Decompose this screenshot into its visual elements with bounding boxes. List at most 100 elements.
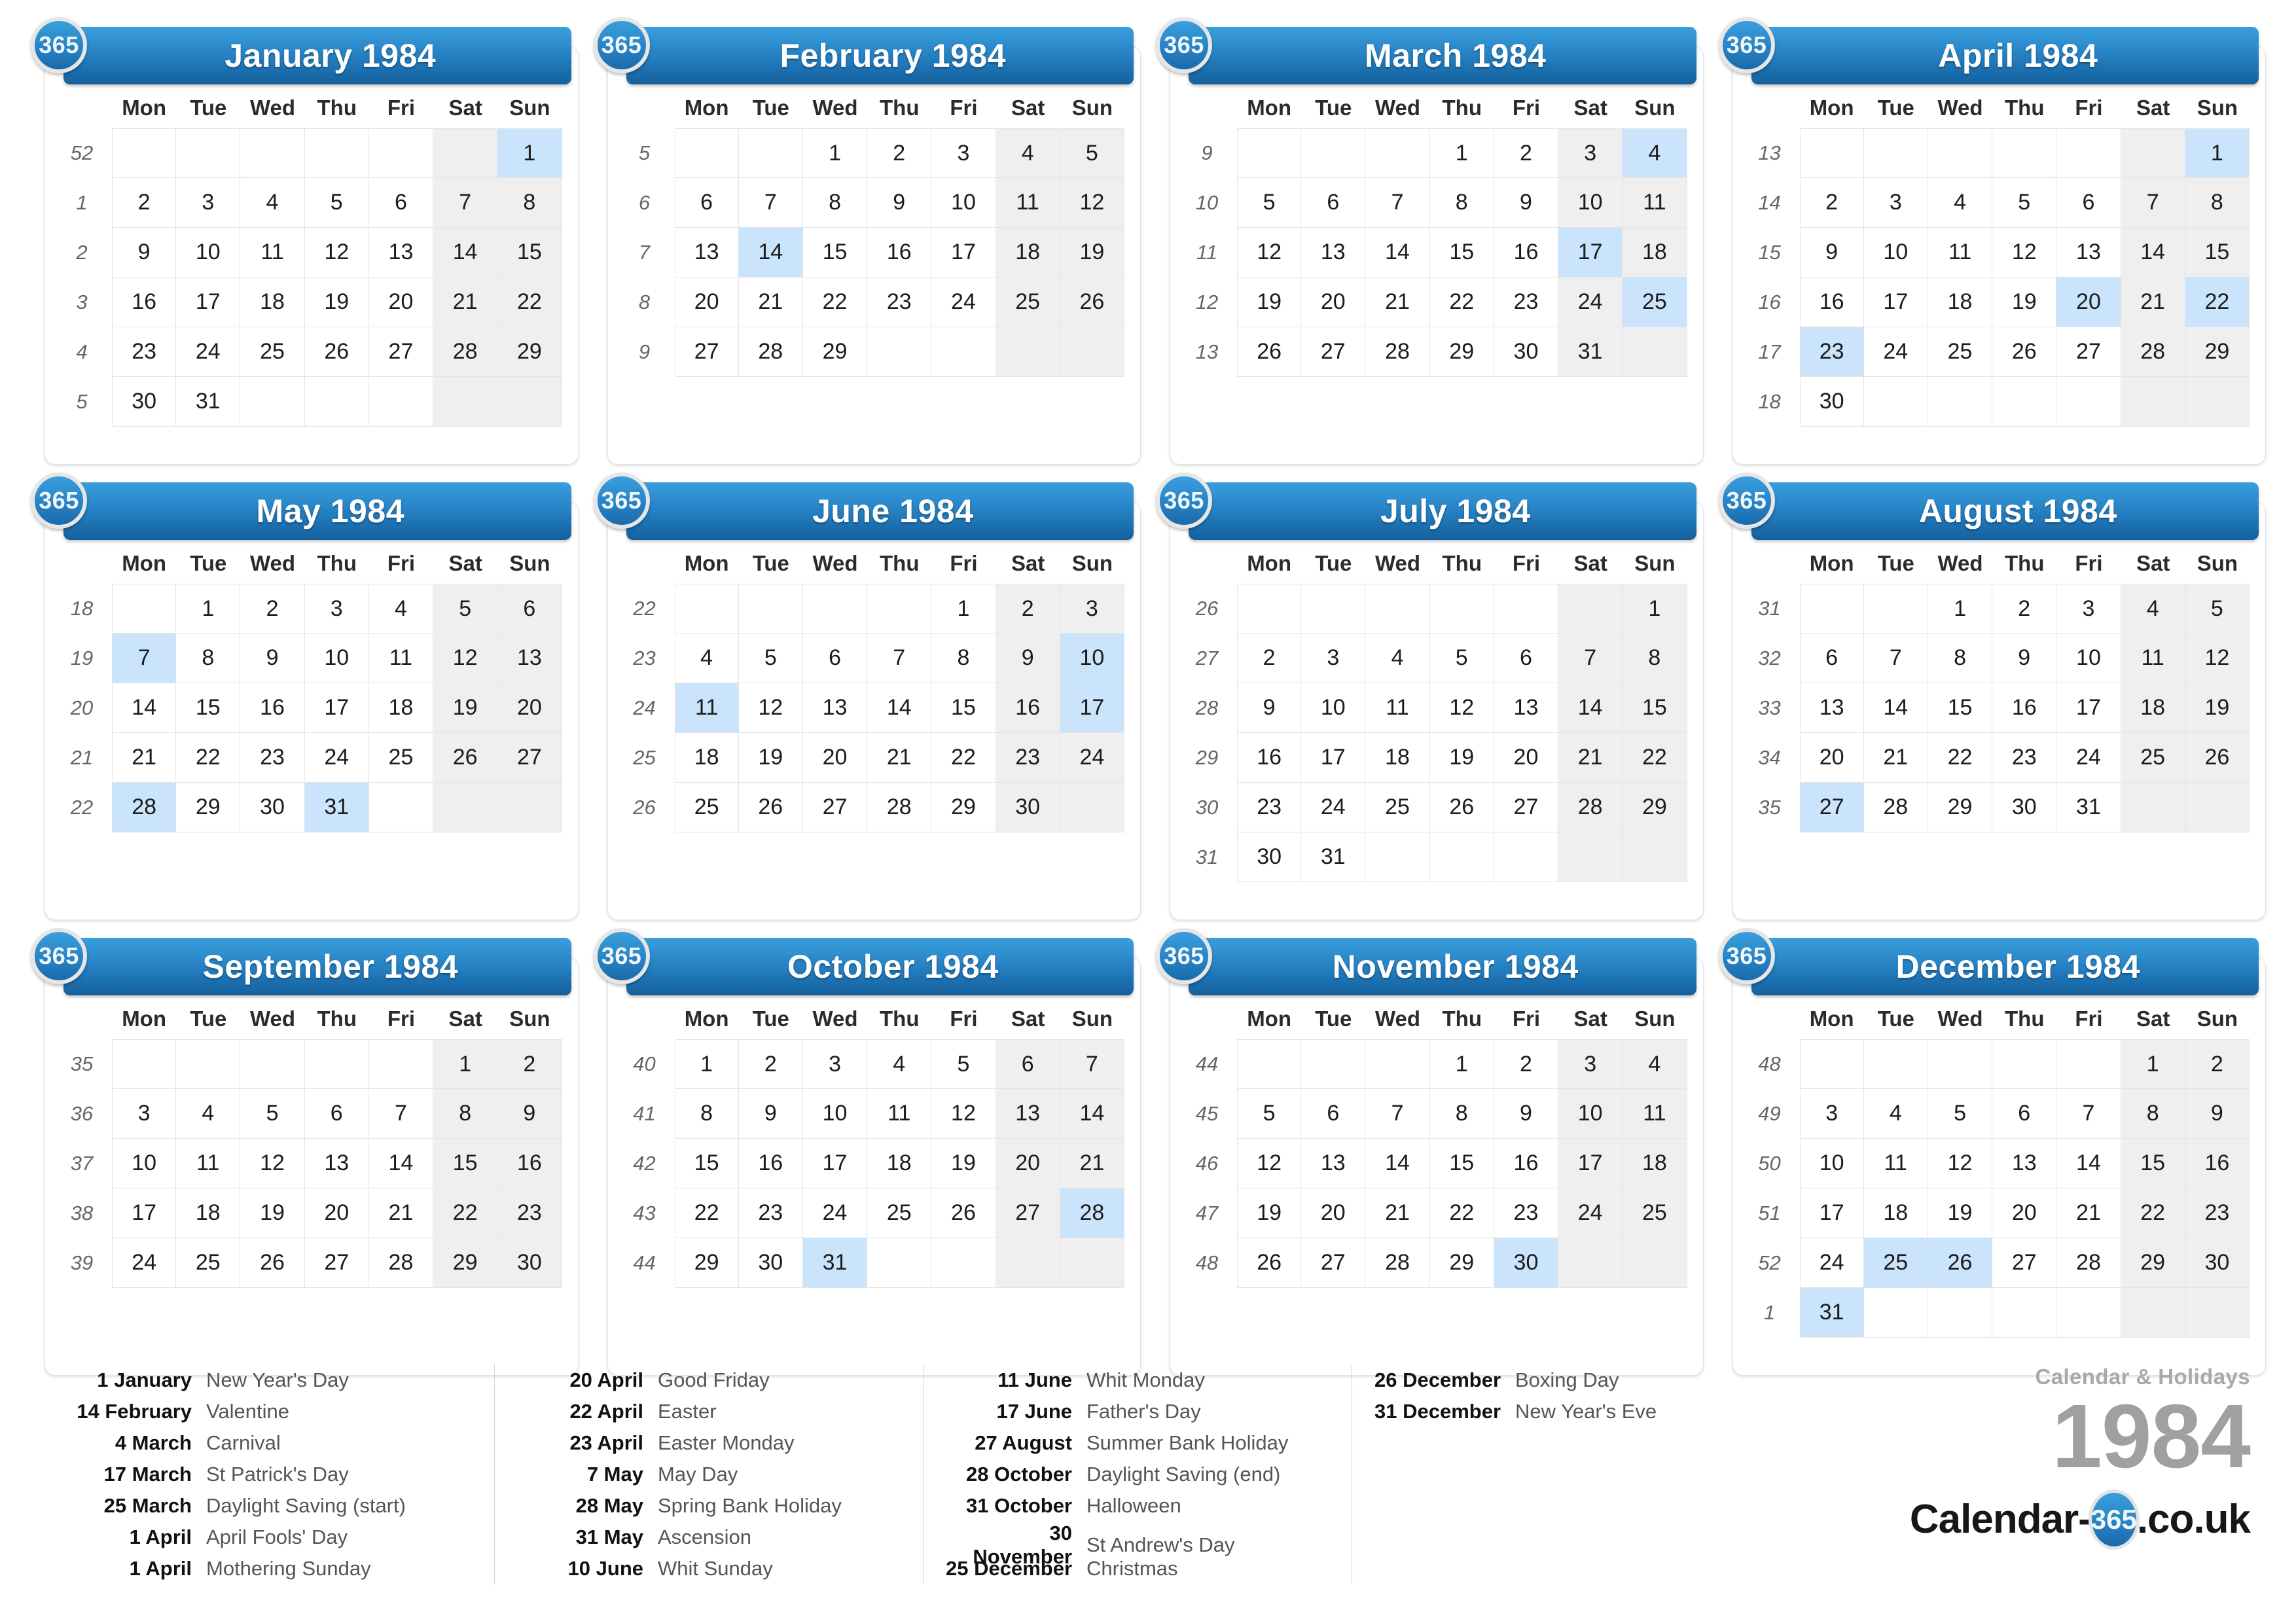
day-cell[interactable]: 28 (738, 327, 803, 377)
day-cell[interactable]: 26 (738, 783, 803, 832)
day-cell[interactable]: 12 (1237, 1139, 1302, 1188)
day-cell[interactable]: 26 (1237, 327, 1302, 377)
day-cell[interactable]: 24 (2056, 733, 2121, 783)
day-cell[interactable]: 31 (1799, 1288, 1864, 1338)
day-cell[interactable]: 6 (1301, 1089, 1366, 1139)
day-cell[interactable]: 19 (304, 277, 369, 327)
day-cell[interactable]: 8 (2121, 1089, 2185, 1139)
day-cell[interactable]: 19 (1060, 228, 1124, 277)
day-cell[interactable]: 16 (1799, 277, 1864, 327)
day-cell[interactable]: 14 (1365, 228, 1430, 277)
day-cell[interactable]: 6 (2056, 178, 2121, 228)
day-cell[interactable]: 29 (433, 1238, 498, 1288)
day-cell[interactable]: 7 (2121, 178, 2185, 228)
day-cell[interactable]: 21 (1365, 1188, 1430, 1238)
day-cell[interactable]: 6 (1494, 633, 1559, 683)
day-cell[interactable]: 20 (2056, 277, 2121, 327)
day-cell[interactable]: 27 (1301, 1238, 1366, 1288)
day-cell[interactable]: 16 (1237, 733, 1302, 783)
day-cell[interactable]: 15 (1928, 683, 1993, 733)
day-cell[interactable]: 27 (1494, 783, 1559, 832)
day-cell[interactable]: 5 (1237, 178, 1302, 228)
day-cell[interactable]: 12 (1429, 683, 1494, 733)
day-cell[interactable]: 21 (112, 733, 177, 783)
day-cell[interactable]: 3 (802, 1039, 868, 1089)
day-cell[interactable]: 12 (1992, 228, 2057, 277)
day-cell[interactable]: 8 (1429, 1089, 1494, 1139)
day-cell[interactable]: 10 (1558, 1089, 1623, 1139)
day-cell[interactable]: 20 (368, 277, 434, 327)
day-cell[interactable]: 15 (2185, 228, 2250, 277)
day-cell[interactable]: 5 (240, 1089, 305, 1139)
day-cell[interactable]: 9 (1237, 683, 1302, 733)
day-cell[interactable]: 19 (1237, 1188, 1302, 1238)
day-cell[interactable]: 26 (1429, 783, 1494, 832)
day-cell[interactable]: 2 (112, 178, 177, 228)
day-cell[interactable]: 30 (1992, 783, 2057, 832)
day-cell[interactable]: 8 (1928, 633, 1993, 683)
day-cell[interactable]: 22 (1429, 277, 1494, 327)
day-cell[interactable]: 16 (867, 228, 932, 277)
day-cell[interactable]: 31 (1558, 327, 1623, 377)
day-cell[interactable]: 28 (2121, 327, 2185, 377)
day-cell[interactable]: 8 (176, 633, 241, 683)
day-cell[interactable]: 15 (802, 228, 868, 277)
day-cell[interactable]: 13 (497, 633, 562, 683)
day-cell[interactable]: 22 (497, 277, 562, 327)
day-cell[interactable]: 5 (1237, 1089, 1302, 1139)
day-cell[interactable]: 13 (802, 683, 868, 733)
day-cell[interactable]: 9 (240, 633, 305, 683)
day-cell[interactable]: 18 (368, 683, 434, 733)
day-cell[interactable]: 19 (1992, 277, 2057, 327)
day-cell[interactable]: 21 (1863, 733, 1928, 783)
day-cell[interactable]: 9 (996, 633, 1060, 683)
day-cell[interactable]: 31 (802, 1238, 868, 1288)
day-cell[interactable]: 22 (931, 733, 996, 783)
day-cell[interactable]: 15 (674, 1139, 739, 1188)
day-cell[interactable]: 2 (1799, 178, 1864, 228)
day-cell[interactable]: 2 (996, 584, 1060, 633)
day-cell[interactable]: 8 (1623, 633, 1687, 683)
day-cell[interactable]: 1 (433, 1039, 498, 1089)
day-cell[interactable]: 10 (1060, 633, 1124, 683)
day-cell[interactable]: 27 (996, 1188, 1060, 1238)
day-cell[interactable]: 12 (738, 683, 803, 733)
day-cell[interactable]: 20 (1799, 733, 1864, 783)
site-logo[interactable]: Calendar- 365 .co.uk (1779, 1489, 2251, 1550)
day-cell[interactable]: 3 (176, 178, 241, 228)
day-cell[interactable]: 15 (2121, 1139, 2185, 1188)
day-cell[interactable]: 26 (1060, 277, 1124, 327)
day-cell[interactable]: 29 (802, 327, 868, 377)
day-cell[interactable]: 18 (1928, 277, 1993, 327)
day-cell[interactable]: 25 (996, 277, 1060, 327)
day-cell[interactable]: 21 (738, 277, 803, 327)
day-cell[interactable]: 13 (2056, 228, 2121, 277)
day-cell[interactable]: 25 (2121, 733, 2185, 783)
day-cell[interactable]: 24 (1301, 783, 1366, 832)
day-cell[interactable]: 12 (1928, 1139, 1993, 1188)
day-cell[interactable]: 6 (1992, 1089, 2057, 1139)
day-cell[interactable]: 2 (497, 1039, 562, 1089)
day-cell[interactable]: 29 (2121, 1238, 2185, 1288)
day-cell[interactable]: 29 (1429, 327, 1494, 377)
day-cell[interactable]: 25 (1623, 277, 1687, 327)
day-cell[interactable]: 19 (2185, 683, 2250, 733)
day-cell[interactable]: 26 (931, 1188, 996, 1238)
day-cell[interactable]: 6 (674, 178, 739, 228)
day-cell[interactable]: 30 (738, 1238, 803, 1288)
day-cell[interactable]: 9 (497, 1089, 562, 1139)
day-cell[interactable]: 25 (674, 783, 739, 832)
day-cell[interactable]: 5 (2185, 584, 2250, 633)
day-cell[interactable]: 13 (1799, 683, 1864, 733)
day-cell[interactable]: 24 (112, 1238, 177, 1288)
day-cell[interactable]: 30 (240, 783, 305, 832)
day-cell[interactable]: 7 (368, 1089, 434, 1139)
day-cell[interactable]: 6 (304, 1089, 369, 1139)
day-cell[interactable]: 29 (1623, 783, 1687, 832)
day-cell[interactable]: 26 (1992, 327, 2057, 377)
day-cell[interactable]: 29 (931, 783, 996, 832)
day-cell[interactable]: 18 (867, 1139, 932, 1188)
day-cell[interactable]: 19 (1429, 733, 1494, 783)
day-cell[interactable]: 15 (433, 1139, 498, 1188)
day-cell[interactable]: 12 (304, 228, 369, 277)
